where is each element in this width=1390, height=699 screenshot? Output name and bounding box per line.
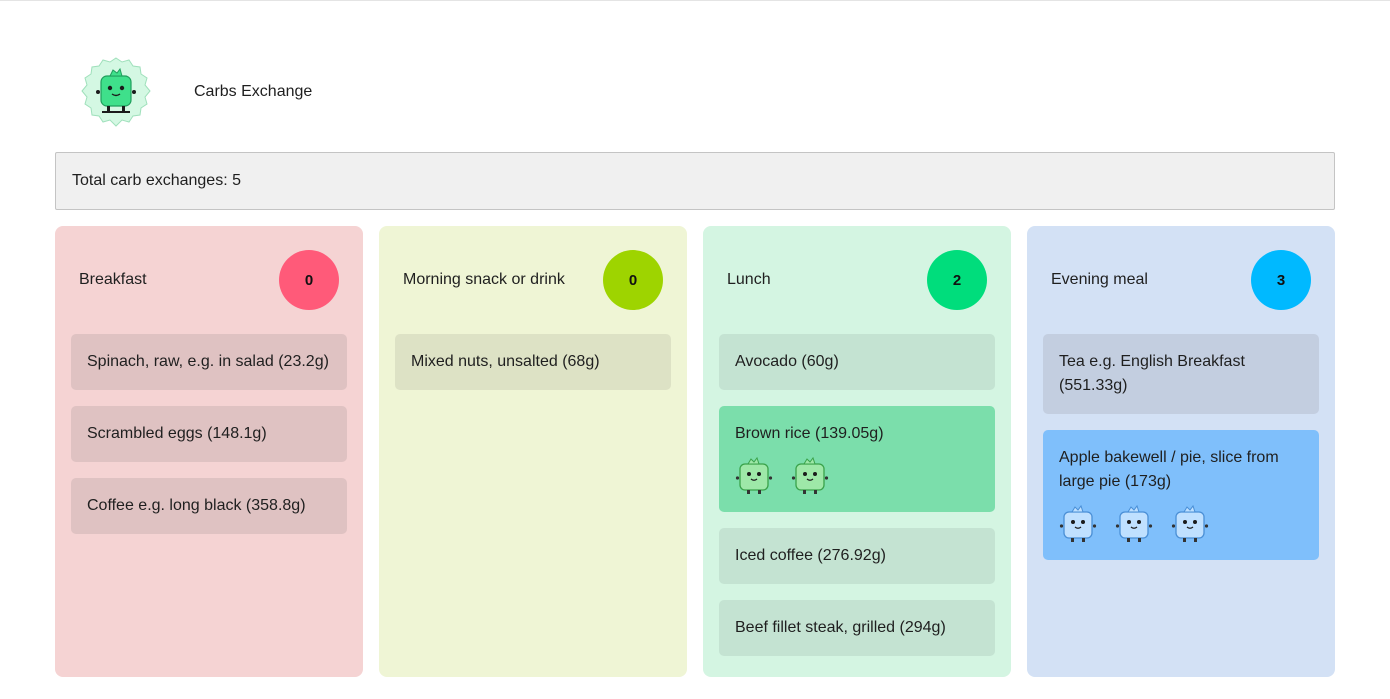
food-item[interactable]: Scrambled eggs (148.1g) — [71, 406, 347, 462]
meal-column-breakfast: Breakfast 0 Spinach, raw, e.g. in salad … — [55, 226, 363, 677]
food-item-label: Scrambled eggs (148.1g) — [87, 425, 267, 442]
blue-mascot-icon — [1059, 504, 1097, 542]
exchange-count-badge: 0 — [603, 250, 663, 310]
food-item-label: Coffee e.g. long black (358.8g) — [87, 497, 306, 514]
exchange-count-badge: 2 — [927, 250, 987, 310]
meal-title: Evening meal — [1051, 271, 1148, 288]
food-item-label: Brown rice (139.05g) — [735, 425, 884, 442]
green-mascot-icon — [735, 456, 773, 494]
exchange-mascots — [735, 456, 979, 496]
food-item[interactable]: Coffee e.g. long black (358.8g) — [71, 478, 347, 534]
meal-column-lunch: Lunch 2 Avocado (60g) Brown rice (139.05… — [703, 226, 1011, 677]
meal-title: Lunch — [727, 271, 771, 288]
food-item-label: Tea e.g. English Breakfast (551.33g) — [1059, 353, 1245, 394]
food-item[interactable]: Avocado (60g) — [719, 334, 995, 390]
food-item-selected[interactable]: Brown rice (139.05g) — [719, 406, 995, 512]
meal-title: Morning snack or drink — [403, 271, 565, 288]
food-item-label: Apple bakewell / pie, slice from large p… — [1059, 449, 1279, 490]
green-mascot-logo-icon — [81, 57, 151, 127]
total-exchanges-label: Total carb exchanges: 5 — [72, 172, 241, 189]
food-item[interactable]: Beef fillet steak, grilled (294g) — [719, 600, 995, 656]
food-item[interactable]: Mixed nuts, unsalted (68g) — [395, 334, 671, 390]
meal-columns: Breakfast 0 Spinach, raw, e.g. in salad … — [55, 226, 1335, 677]
blue-mascot-icon — [1115, 504, 1153, 542]
food-item-label: Mixed nuts, unsalted (68g) — [411, 353, 600, 370]
app-title: Carbs Exchange — [194, 83, 313, 100]
food-item-label: Iced coffee (276.92g) — [735, 547, 886, 564]
top-divider — [0, 0, 1390, 1]
app-header: Carbs Exchange — [80, 56, 312, 128]
food-item[interactable]: Iced coffee (276.92g) — [719, 528, 995, 584]
total-exchanges-bar: Total carb exchanges: 5 — [55, 152, 1335, 210]
food-item-label: Avocado (60g) — [735, 353, 839, 370]
exchange-count-badge: 0 — [279, 250, 339, 310]
meal-column-evening-meal: Evening meal 3 Tea e.g. English Breakfas… — [1027, 226, 1335, 677]
exchange-mascots — [1059, 504, 1303, 544]
exchange-count-badge: 3 — [1251, 250, 1311, 310]
food-item[interactable]: Tea e.g. English Breakfast (551.33g) — [1043, 334, 1319, 414]
blue-mascot-icon — [1171, 504, 1209, 542]
meal-column-morning-snack: Morning snack or drink 0 Mixed nuts, uns… — [379, 226, 687, 677]
food-item-selected[interactable]: Apple bakewell / pie, slice from large p… — [1043, 430, 1319, 560]
meal-title: Breakfast — [79, 271, 147, 288]
food-item-label: Beef fillet steak, grilled (294g) — [735, 619, 946, 636]
food-item-label: Spinach, raw, e.g. in salad (23.2g) — [87, 353, 329, 370]
green-mascot-icon — [791, 456, 829, 494]
food-item[interactable]: Spinach, raw, e.g. in salad (23.2g) — [71, 334, 347, 390]
